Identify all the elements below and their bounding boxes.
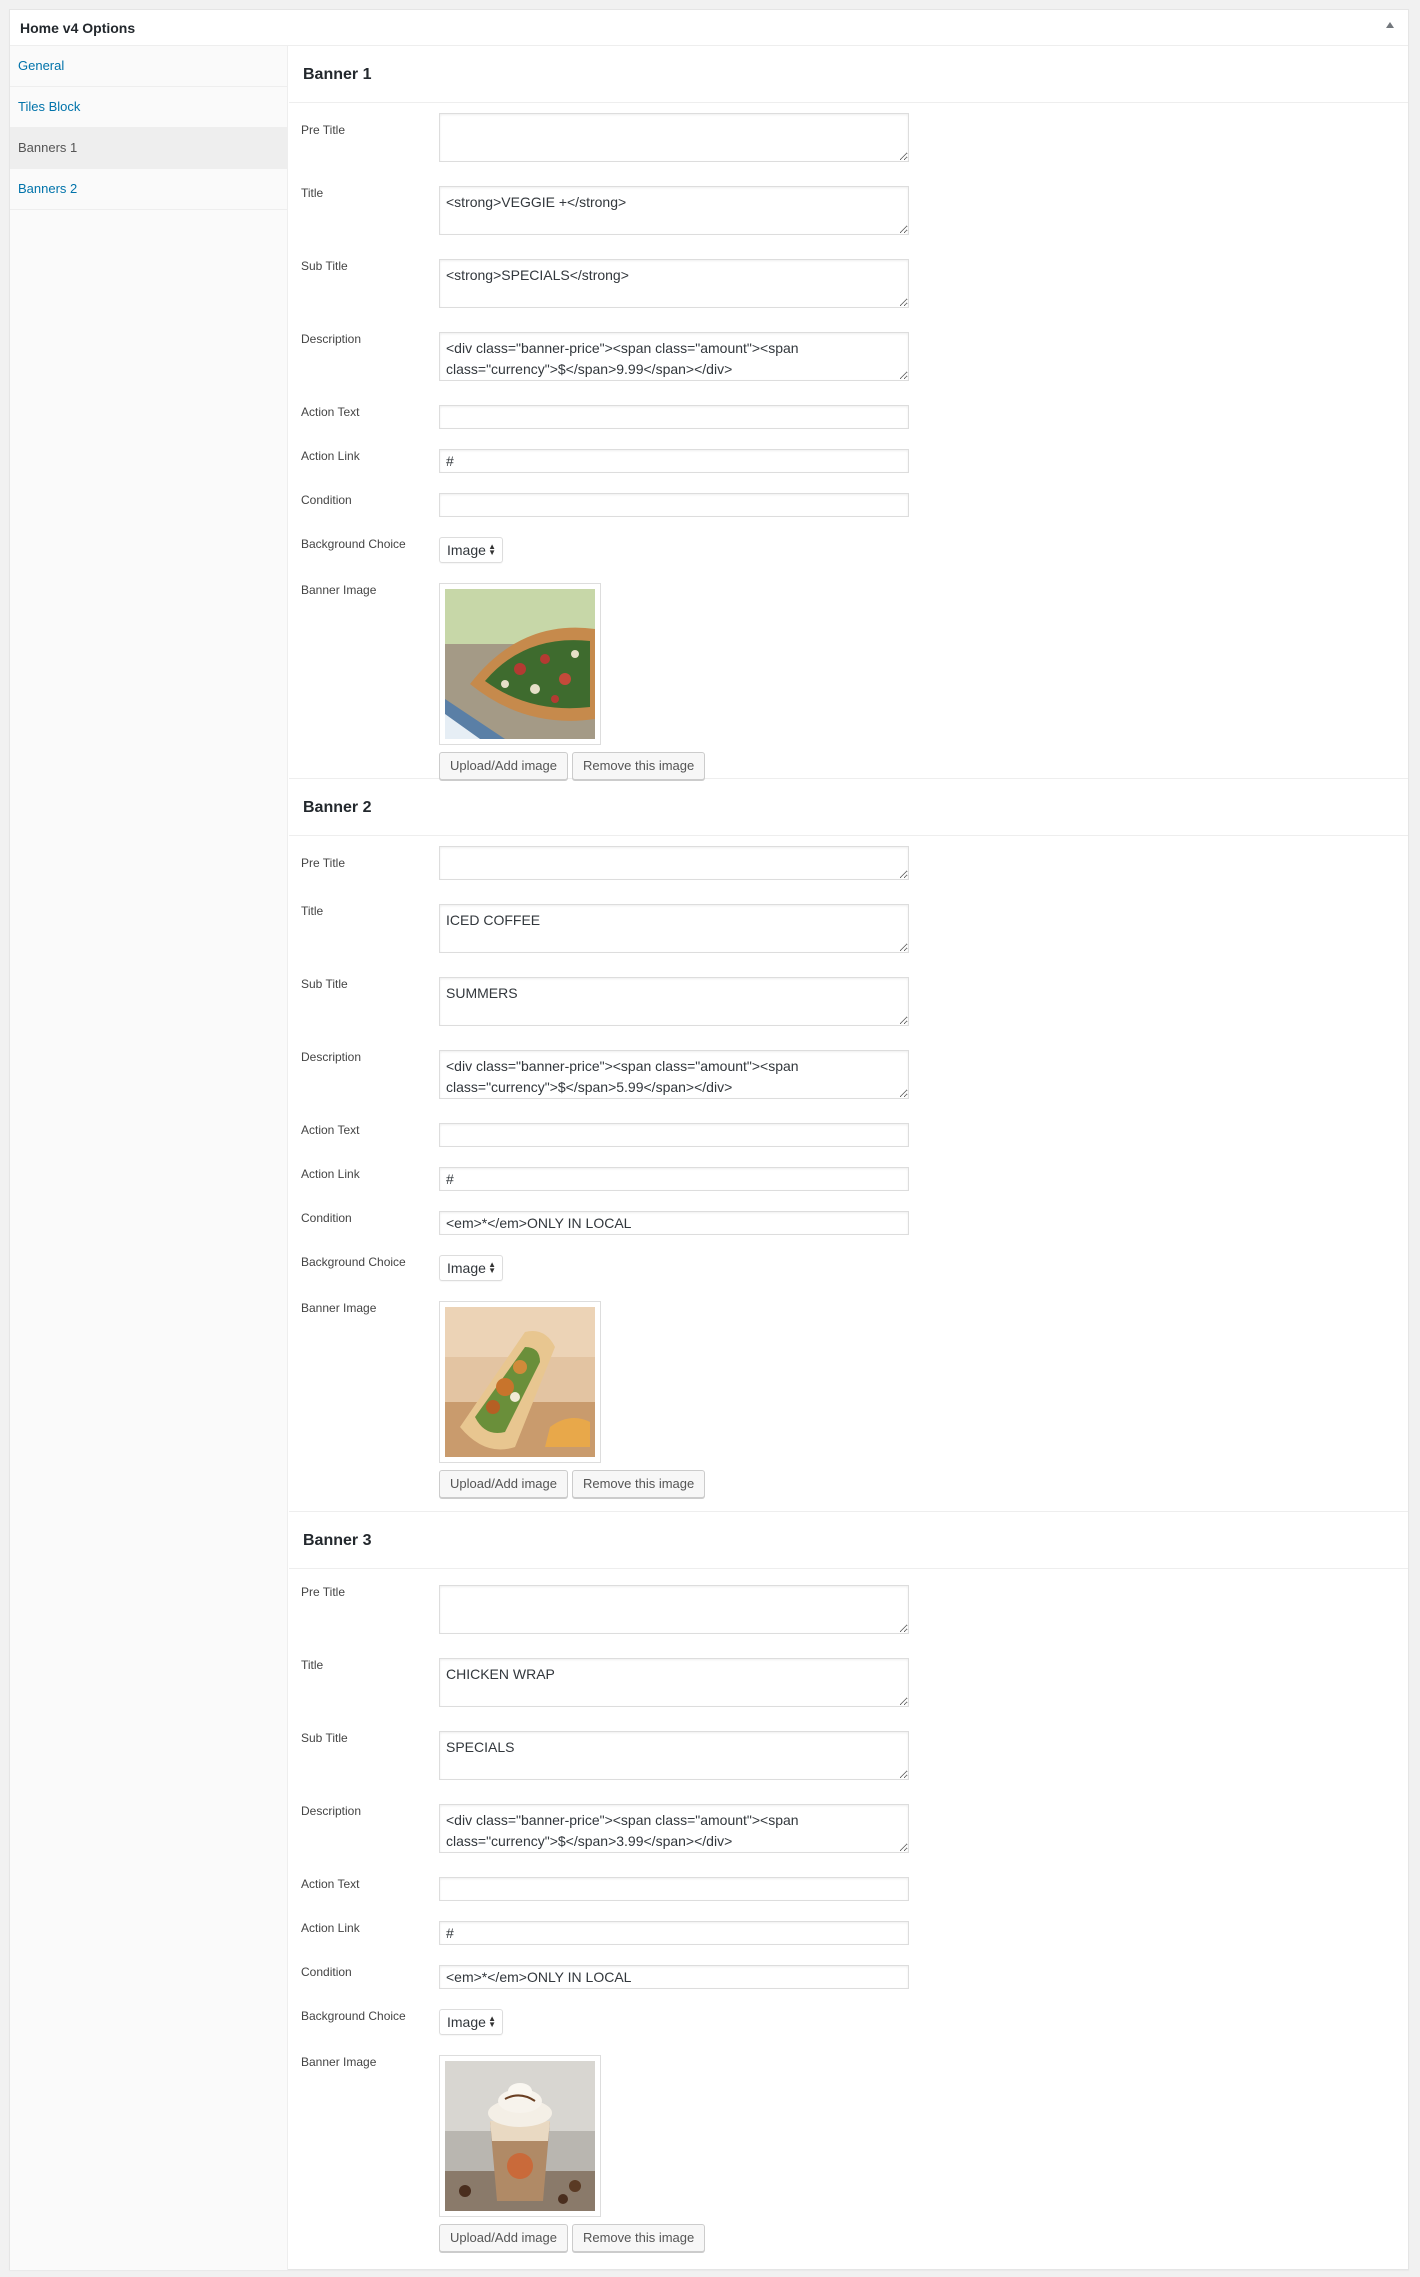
action-link-field[interactable] (439, 1167, 909, 1191)
description-field[interactable]: <div class="banner-price"><span class="a… (439, 1804, 909, 1853)
sub-title-field[interactable]: <strong>SPECIALS</strong> (439, 259, 909, 308)
condition-field[interactable] (439, 493, 909, 517)
updown-arrows-icon: ▲ ▼ (488, 542, 496, 557)
wrap-image (445, 1307, 595, 1457)
sub-title-label: Sub Title (301, 259, 348, 273)
background-choice-select[interactable]: Image ▲ ▼ (439, 537, 503, 563)
sub-title-label: Sub Title (301, 1731, 348, 1745)
pre-title-label: Pre Title (301, 123, 346, 137)
condition-label: Condition (301, 1211, 352, 1225)
sub-title-field[interactable]: SUMMERS (439, 977, 909, 1026)
action-text-field[interactable] (439, 1123, 909, 1147)
background-choice-label: Background Choice (301, 2009, 406, 2023)
sidebar-item-general[interactable]: General (10, 46, 287, 87)
banner-section: Banner 3 Pre Title Title CHICKEN WRAP Su… (289, 1512, 1408, 2257)
section-heading: Banner 1 (289, 46, 1408, 103)
action-link-label: Action Link (301, 449, 360, 463)
action-link-label: Action Link (301, 1167, 360, 1181)
panel-header[interactable]: Home v4 Options (10, 10, 1408, 46)
options-panel: Home v4 Options General Tiles Block Bann… (9, 9, 1409, 2270)
background-choice-label: Background Choice (301, 537, 406, 551)
description-label: Description (301, 332, 362, 346)
banner-image-label: Banner Image (301, 2055, 377, 2069)
condition-field[interactable] (439, 1211, 909, 1235)
background-choice-select[interactable]: Image ▲ ▼ (439, 2009, 503, 2035)
banner-image-thumbnail (439, 2055, 601, 2217)
background-choice-label: Background Choice (301, 1255, 406, 1269)
banner-image-label: Banner Image (301, 1301, 377, 1315)
title-label: Title (301, 1658, 324, 1672)
banner-section: Banner 2 Pre Title Title ICED COFFEE Sub… (289, 779, 1408, 1512)
title-field[interactable]: <strong>VEGGIE +</strong> (439, 186, 909, 235)
pre-title-label: Pre Title (301, 1585, 346, 1599)
action-link-label: Action Link (301, 1921, 360, 1935)
banner-section: Banner 1 Pre Title Title <strong>VEGGIE … (289, 46, 1408, 780)
sub-title-field[interactable]: SPECIALS (439, 1731, 909, 1780)
pre-title-field[interactable] (439, 113, 909, 162)
banner-image-label: Banner Image (301, 583, 377, 597)
background-choice-value: Image (447, 1260, 486, 1276)
description-label: Description (301, 1804, 362, 1818)
action-link-field[interactable] (439, 449, 909, 473)
pizza-image (445, 589, 595, 739)
action-text-label: Action Text (301, 1123, 360, 1137)
background-choice-value: Image (447, 2014, 486, 2030)
banner-image-thumbnail (439, 1301, 601, 1463)
sidebar-item-banners-1[interactable]: Banners 1 (10, 128, 287, 169)
iced-coffee-image (445, 2061, 595, 2211)
title-label: Title (301, 904, 324, 918)
action-link-field[interactable] (439, 1921, 909, 1945)
updown-arrows-icon: ▲ ▼ (488, 1260, 496, 1275)
background-choice-select[interactable]: Image ▲ ▼ (439, 1255, 503, 1281)
panel-title: Home v4 Options (20, 20, 136, 36)
action-text-field[interactable] (439, 1877, 909, 1901)
banner-image-thumbnail (439, 583, 601, 745)
sidebar-item-tiles-block[interactable]: Tiles Block (10, 87, 287, 128)
pre-title-label: Pre Title (301, 856, 346, 870)
sidebar-item-banners-2[interactable]: Banners 2 (10, 169, 287, 210)
action-text-label: Action Text (301, 405, 360, 419)
remove-image-button[interactable]: Remove this image (571, 1470, 706, 1498)
condition-label: Condition (301, 1965, 352, 1979)
pre-title-field[interactable] (439, 1585, 909, 1634)
condition-field[interactable] (439, 1965, 909, 1989)
updown-arrows-icon: ▲ ▼ (488, 2014, 496, 2029)
title-label: Title (301, 186, 324, 200)
title-field[interactable]: ICED COFFEE (439, 904, 909, 953)
sub-title-label: Sub Title (301, 977, 348, 991)
options-main: Banner 1 Pre Title Title <strong>VEGGIE … (289, 46, 1408, 2257)
description-field[interactable]: <div class="banner-price"><span class="a… (439, 332, 909, 381)
background-choice-value: Image (447, 542, 486, 558)
condition-label: Condition (301, 493, 352, 507)
upload-image-button[interactable]: Upload/Add image (439, 2224, 568, 2252)
pre-title-field[interactable] (439, 846, 909, 880)
section-heading: Banner 2 (289, 779, 1408, 836)
action-text-field[interactable] (439, 405, 909, 429)
options-sidebar: General Tiles Block Banners 1 Banners 2 (10, 46, 288, 2270)
collapse-toggle-icon[interactable] (1386, 22, 1394, 28)
description-field[interactable]: <div class="banner-price"><span class="a… (439, 1050, 909, 1099)
action-text-label: Action Text (301, 1877, 360, 1891)
remove-image-button[interactable]: Remove this image (571, 2224, 706, 2252)
description-label: Description (301, 1050, 362, 1064)
upload-image-button[interactable]: Upload/Add image (439, 1470, 568, 1498)
section-heading: Banner 3 (289, 1512, 1408, 1569)
title-field[interactable]: CHICKEN WRAP (439, 1658, 909, 1707)
remove-image-button[interactable]: Remove this image (571, 752, 706, 780)
upload-image-button[interactable]: Upload/Add image (439, 752, 568, 780)
